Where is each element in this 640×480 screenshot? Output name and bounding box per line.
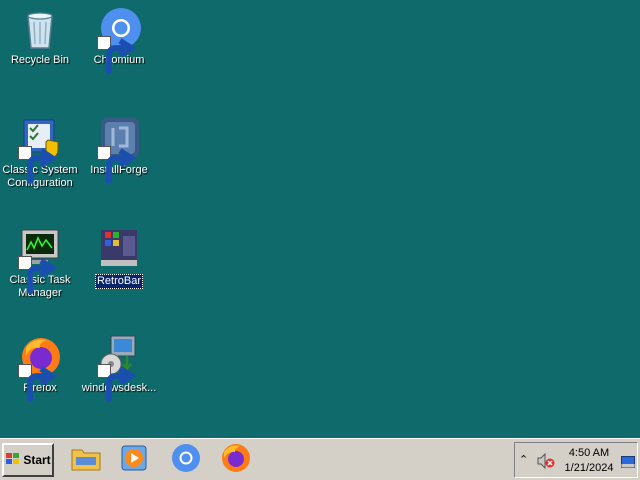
recycle-bin-icon — [18, 6, 62, 50]
chromium-icon — [97, 6, 141, 74]
clock-date: 1/21/2024 — [564, 462, 614, 474]
shortcut-arrow-icon — [18, 256, 58, 294]
system-configuration-icon — [18, 116, 62, 184]
clock-time: 4:50 AM — [568, 447, 610, 459]
chromium-icon — [170, 442, 202, 479]
quicklaunch-file-explorer[interactable] — [68, 442, 104, 478]
desktop-icon-label: Recycle Bin — [10, 54, 70, 66]
start-button[interactable]: Start — [2, 443, 54, 477]
quicklaunch-firefox[interactable] — [218, 442, 254, 478]
firefox-icon — [18, 334, 62, 402]
show-desktop-icon[interactable] — [621, 455, 635, 468]
desktop-icon-task-manager[interactable]: Classic Task Manager — [0, 226, 80, 300]
shortcut-arrow-icon — [97, 364, 137, 402]
clock[interactable]: 4:50 AM 1/21/2024 — [561, 446, 617, 476]
desktop-icon-chromium[interactable]: Chromium — [79, 6, 159, 74]
desktop-icon-recycle-bin[interactable]: Recycle Bin — [0, 6, 80, 67]
quicklaunch-media-player[interactable] — [116, 442, 152, 478]
media-player-icon — [118, 442, 150, 479]
desktop-icon-retrobar[interactable]: RetroBar — [79, 226, 159, 289]
desktop-icon-firefox[interactable]: Firefox — [0, 334, 80, 402]
windows-logo-icon — [5, 451, 21, 470]
taskbar: Start ⌃ 4:50 AM 1/21/2024 — [0, 438, 640, 480]
shortcut-arrow-icon — [97, 146, 137, 184]
file-explorer-icon — [70, 442, 102, 479]
task-manager-icon — [18, 226, 62, 294]
start-label: Start — [23, 453, 51, 467]
desktop-icon-label: RetroBar — [94, 274, 144, 289]
shortcut-arrow-icon — [18, 364, 58, 402]
shortcut-arrow-icon — [18, 146, 58, 184]
desktop-icon-installer[interactable]: windowsdesk... — [79, 334, 159, 402]
desktop: Recycle Bin Chromium Classic System Conf… — [0, 0, 640, 438]
desktop-icon-system-configuration[interactable]: Classic System Configuration — [0, 116, 80, 190]
volume-muted-icon[interactable] — [537, 452, 555, 470]
quicklaunch-chromium[interactable] — [168, 442, 204, 478]
installforge-icon — [97, 116, 141, 184]
system-tray: ⌃ 4:50 AM 1/21/2024 — [514, 442, 638, 478]
firefox-icon — [220, 442, 252, 479]
show-hidden-icons-chevron-icon[interactable]: ⌃ — [519, 453, 528, 466]
shortcut-arrow-icon — [97, 36, 137, 74]
installer-icon — [97, 334, 141, 402]
desktop-icon-installforge[interactable]: InstallForge — [79, 116, 159, 184]
retrobar-icon — [97, 226, 141, 270]
